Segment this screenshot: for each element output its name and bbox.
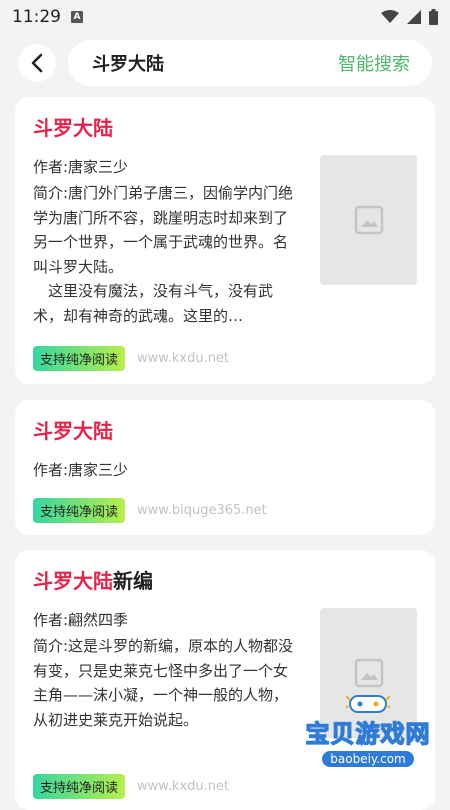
source-domain: www.biquge365.net (137, 503, 267, 518)
clock: 11:29 (12, 7, 61, 27)
pure-reading-badge: 支持纯净阅读 (33, 346, 126, 371)
book-cover (320, 155, 417, 285)
book-author: 作者:唐家三少 (33, 461, 129, 479)
source-domain: www.kxdu.net (137, 779, 230, 794)
book-intro: 简介:这是斗罗的新编，原本的人物都没有变，只是史莱克七怪中多出了一个女主角——沫… (33, 637, 294, 729)
status-bar: 11:29 A (0, 0, 450, 34)
image-placeholder-icon (354, 205, 383, 235)
back-button[interactable] (18, 44, 56, 82)
notification-icon: A (71, 11, 83, 23)
signal-icon (407, 10, 421, 24)
watermark-url: baobeiy.com (322, 751, 414, 767)
source-domain: www.kxdu.net (137, 351, 230, 366)
chevron-left-icon (31, 53, 43, 73)
result-card[interactable]: 斗罗大陆 作者:唐家三少 支持纯净阅读 www.biquge365.net (15, 400, 435, 535)
image-placeholder-icon (354, 658, 383, 688)
pure-reading-badge: 支持纯净阅读 (33, 498, 126, 523)
book-author: 作者:翩然四季 (33, 611, 129, 629)
search-query: 斗罗大陆 (92, 54, 164, 75)
book-author: 作者:唐家三少 (33, 158, 129, 176)
battery-icon (429, 9, 438, 25)
book-title: 斗罗大陆新编 (33, 569, 153, 593)
watermark-logo: 宝贝游戏网 baobeiy.com (298, 692, 438, 782)
book-title: 斗罗大陆 (33, 419, 113, 443)
gamepad-icon (346, 695, 390, 713)
search-header: 斗罗大陆 智能搜索 (18, 40, 432, 86)
wifi-icon (381, 10, 399, 23)
watermark-name: 宝贝游戏网 (305, 719, 431, 748)
search-input[interactable]: 斗罗大陆 智能搜索 (68, 40, 432, 86)
pure-reading-badge: 支持纯净阅读 (33, 774, 126, 799)
result-card[interactable]: 斗罗大陆 作者:唐家三少 简介:唐门外门弟子唐三，因偷学内门绝学为唐门所不容，跳… (15, 97, 435, 384)
book-title: 斗罗大陆 (33, 116, 113, 140)
smart-search-button[interactable]: 智能搜索 (338, 50, 410, 76)
book-intro: 简介:唐门外门弟子唐三，因偷学内门绝学为唐门所不容，跳崖明志时却来到了另一个世界… (33, 184, 294, 325)
